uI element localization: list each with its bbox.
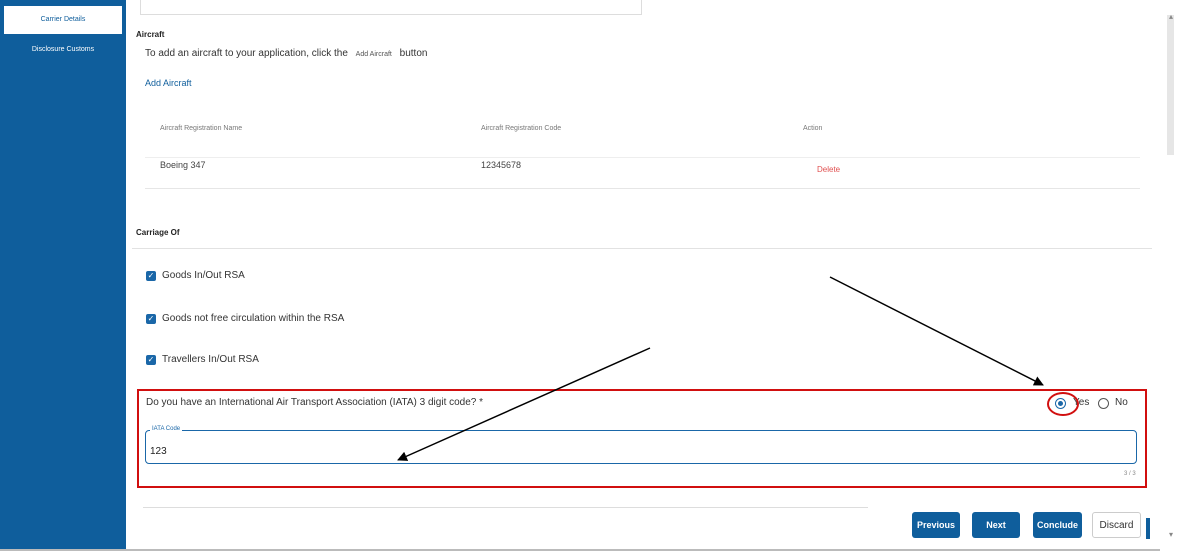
annotation-arrows: [397, 276, 1044, 461]
arrow-to-yes-radio: [829, 276, 1044, 386]
arrow-to-iata-field: [397, 347, 651, 461]
